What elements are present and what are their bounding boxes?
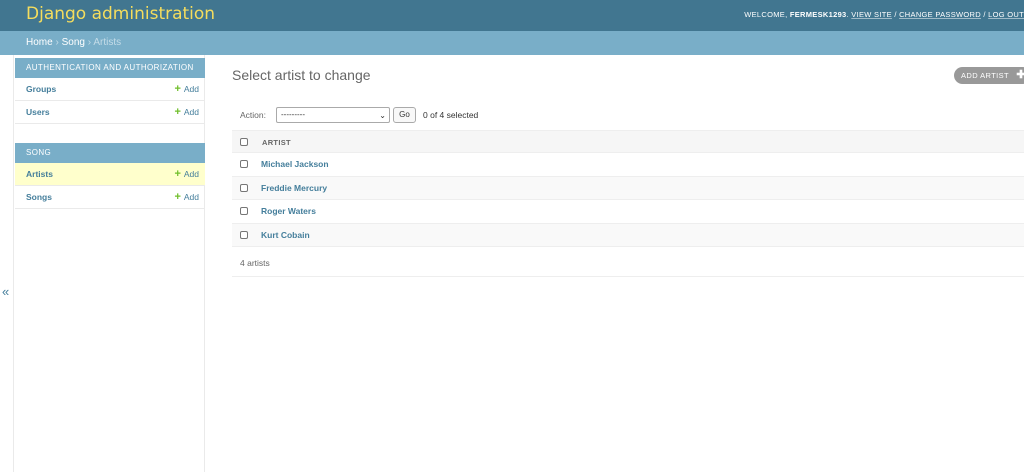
sidebar-item-users[interactable]: Users + Add <box>15 101 205 124</box>
row-checkbox[interactable] <box>240 160 248 168</box>
breadcrumb-home[interactable]: Home <box>26 37 53 48</box>
module-caption-song[interactable]: SONG <box>15 143 205 163</box>
table-row: Freddie Mercury <box>232 176 1024 200</box>
add-artists-link[interactable]: + Add <box>174 163 199 185</box>
breadcrumb: Home › Song › Artists <box>0 31 1024 55</box>
sidebar-item-label[interactable]: Songs <box>26 186 52 208</box>
breadcrumb-separator: › <box>55 37 59 48</box>
site-branding[interactable]: Django administration <box>26 4 215 24</box>
page-title: Select artist to change <box>232 67 371 83</box>
sidebar-item-label[interactable]: Groups <box>26 78 56 100</box>
collapse-sidebar-icon[interactable]: « <box>2 284 9 299</box>
log-out-link[interactable]: LOG OUT <box>988 10 1024 19</box>
select-all-checkbox[interactable] <box>240 138 248 146</box>
module-caption-auth[interactable]: AUTHENTICATION AND AUTHORIZATION <box>15 58 205 78</box>
breadcrumb-separator: › <box>87 37 92 48</box>
sidebar-item-groups[interactable]: Groups + Add <box>15 78 205 101</box>
add-label: Add <box>183 107 199 117</box>
add-artist-button[interactable]: ADD ARTIST ✚ <box>954 67 1024 84</box>
sidebar-item-label[interactable]: Users <box>26 101 50 123</box>
sidebar-item-label[interactable]: Artists <box>26 163 53 185</box>
view-site-link[interactable]: VIEW SITE <box>851 10 892 19</box>
action-select[interactable]: --------- ⌄ <box>276 107 390 123</box>
table-row: Roger Waters <box>232 200 1024 224</box>
add-label: Add <box>183 192 199 202</box>
nav-sidebar: AUTHENTICATION AND AUTHORIZATION Groups … <box>15 55 205 472</box>
module-song: SONG Artists + Add Songs + Add <box>15 143 205 209</box>
plus-icon: ✚ <box>1016 69 1024 81</box>
add-artist-label: ADD ARTIST <box>961 71 1010 80</box>
action-select-value: --------- <box>281 110 305 119</box>
selection-count: 0 of 4 selected <box>423 110 479 120</box>
go-button[interactable]: Go <box>393 107 416 123</box>
sidebar-toggle[interactable]: « <box>0 55 14 472</box>
username: FERMESK1293 <box>789 10 847 19</box>
artist-link[interactable]: Michael Jackson <box>261 159 329 169</box>
table-header: ARTIST <box>232 130 1024 153</box>
user-tools: WELCOME, FERMESK1293. VIEW SITE / CHANGE… <box>744 10 1024 19</box>
table-row: Michael Jackson <box>232 153 1024 177</box>
actions-bar: Action: --------- ⌄ Go 0 of 4 selected <box>232 106 1024 126</box>
plus-icon: + <box>174 168 181 180</box>
welcome-text: WELCOME, <box>744 10 788 19</box>
add-label: Add <box>183 169 199 179</box>
row-checkbox[interactable] <box>240 230 248 239</box>
user-tools-separator: / <box>983 10 986 19</box>
add-songs-link[interactable]: + Add <box>174 186 199 208</box>
result-table: ARTIST Michael Jackson Freddie Mercury R… <box>232 130 1024 247</box>
artist-link[interactable]: Freddie Mercury <box>261 183 327 193</box>
paginator: 4 artists <box>232 248 1024 277</box>
breadcrumb-current: Artists <box>93 37 122 48</box>
add-users-link[interactable]: + Add <box>174 101 199 123</box>
header-bar: Django administration WELCOME, FERMESK12… <box>0 0 1024 31</box>
sidebar-item-artists[interactable]: Artists + Add <box>15 163 205 186</box>
plus-icon: + <box>174 106 181 118</box>
plus-icon: + <box>174 191 181 203</box>
artist-link[interactable]: Kurt Cobain <box>261 230 310 240</box>
action-label: Action: <box>240 110 266 120</box>
sidebar-item-songs[interactable]: Songs + Add <box>15 186 205 209</box>
change-password-link[interactable]: CHANGE PASSWORD <box>899 10 981 19</box>
module-auth: AUTHENTICATION AND AUTHORIZATION Groups … <box>15 58 205 124</box>
breadcrumb-app[interactable]: Song <box>62 37 85 48</box>
column-header-artist[interactable]: ARTIST <box>262 138 291 147</box>
table-row: Kurt Cobain <box>232 223 1024 247</box>
row-checkbox[interactable] <box>240 183 248 192</box>
user-tools-separator: / <box>894 10 897 19</box>
row-checkbox[interactable] <box>240 207 248 215</box>
add-groups-link[interactable]: + Add <box>174 78 199 100</box>
add-label: Add <box>183 84 199 94</box>
chevron-down-icon: ⌄ <box>379 111 386 120</box>
plus-icon: + <box>174 83 181 95</box>
artist-link[interactable]: Roger Waters <box>261 206 316 216</box>
result-count: 4 artists <box>240 258 270 268</box>
